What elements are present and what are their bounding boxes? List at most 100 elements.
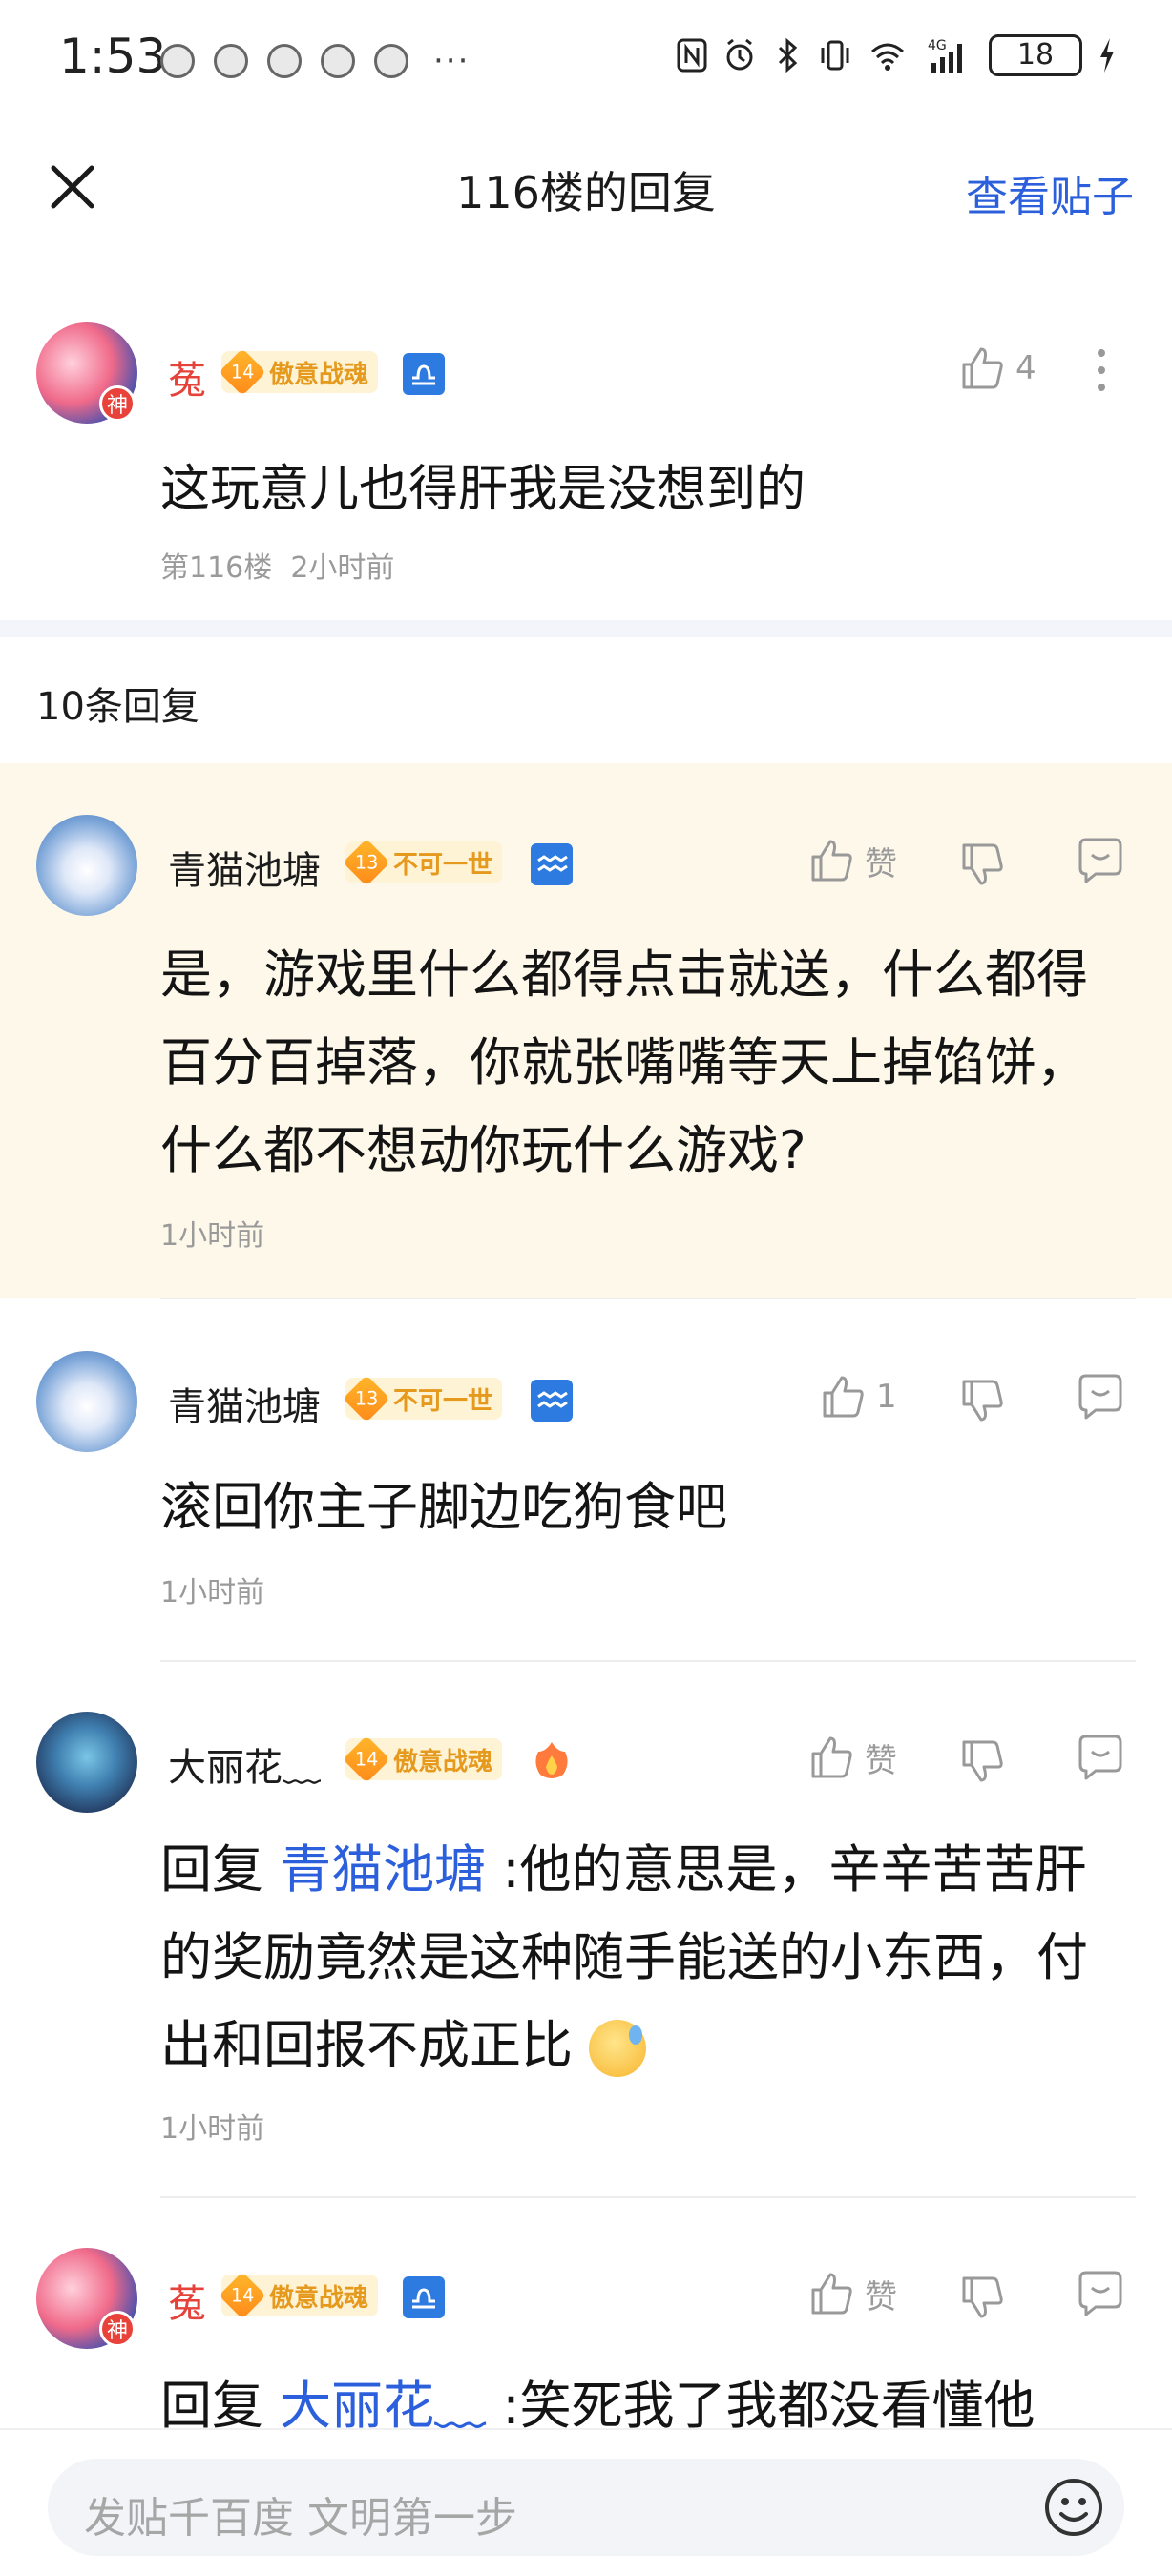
level-badge: 13 不可一世 [343, 1375, 503, 1423]
like-label: 赞 [865, 844, 897, 883]
network-type-label: 4G [928, 38, 947, 53]
reply-item: 青猫池塘 13 不可一世 1 滚回你主子脚边吃狗食吧 1小时前 [0, 1299, 1172, 1660]
aquarius-sign-icon [531, 1380, 573, 1422]
charging-icon [1100, 38, 1114, 73]
username[interactable]: 青猫池塘 [168, 840, 321, 895]
username[interactable]: 菟 [168, 2273, 206, 2328]
level-number: 13 [354, 851, 379, 874]
like-label: 赞 [865, 1741, 897, 1780]
like-button[interactable]: 4 [958, 343, 1036, 393]
thumbs-down-icon[interactable] [958, 1376, 1008, 1425]
thumbs-down-icon[interactable] [958, 1736, 1008, 1786]
reply-time: 1小时前 [160, 1219, 265, 1253]
like-button[interactable]: 赞 [807, 836, 897, 885]
comment-icon[interactable] [1075, 836, 1126, 887]
sweat-emoji-icon [589, 2020, 647, 2078]
reply-body: :笑死我了我都没看懂他 [502, 2376, 1036, 2428]
level-badge: 14 傲意战魂 [219, 2272, 379, 2319]
libra-sign-icon [403, 353, 445, 395]
level-badge: 13 不可一世 [343, 839, 503, 886]
vibrate-icon [821, 40, 849, 71]
bottom-compose-bar: 发贴千百度 文明第一步 [0, 2428, 1172, 2576]
reply-item: 神 菟 14 傲意战魂 赞 回复 大丽花﹏ :笑死我了我都没看懂他 [0, 2198, 1172, 2428]
fire-badge-icon [535, 1742, 568, 1778]
system-icons: 4G 18 [676, 34, 1117, 76]
bluetooth-icon [778, 37, 798, 73]
username[interactable]: 大丽花﹏ [168, 1736, 321, 1792]
close-icon[interactable] [46, 160, 99, 214]
like-label: 赞 [865, 2277, 897, 2316]
post-time: 2小时前 [290, 551, 395, 585]
like-button[interactable]: 赞 [807, 2269, 897, 2318]
compose-input[interactable]: 发贴千百度 文明第一步 [48, 2459, 1124, 2556]
level-number: 14 [230, 2284, 255, 2307]
level-number: 14 [230, 361, 255, 384]
reply-prefix: 回复 [160, 2376, 263, 2428]
avatar[interactable] [36, 1712, 137, 1813]
level-title: 不可一世 [393, 850, 493, 880]
level-number: 14 [354, 1748, 379, 1771]
notification-icons: ··· [160, 42, 470, 80]
view-post-link[interactable]: 查看贴子 [966, 162, 1134, 223]
thumbs-up-icon [811, 840, 852, 882]
reply-time: 1小时前 [160, 2112, 265, 2146]
mention-link[interactable]: 大丽花﹏ [280, 2376, 486, 2428]
status-time: 1:53 [59, 29, 167, 84]
level-badge: 14 傲意战魂 [219, 348, 379, 396]
mention-link[interactable]: 青猫池塘 [280, 1839, 486, 1900]
level-title: 傲意战魂 [393, 1747, 493, 1776]
level-number: 13 [354, 1387, 379, 1410]
god-badge: 神 [99, 2311, 136, 2347]
level-title: 不可一世 [393, 1386, 493, 1416]
app-notification-icon [321, 44, 355, 78]
like-button[interactable]: 1 [819, 1372, 897, 1422]
section-divider [0, 620, 1172, 637]
reply-content: 回复 大丽花﹏ :笑死我了我都没看懂他 [160, 2362, 1124, 2428]
app-notification-icon [160, 44, 195, 78]
thumbs-up-icon [811, 1736, 852, 1778]
thumbs-down-icon[interactable] [958, 840, 1008, 889]
compose-placeholder: 发贴千百度 文明第一步 [84, 2494, 517, 2543]
username[interactable]: 青猫池塘 [168, 1376, 321, 1431]
reply-time: 1小时前 [160, 1576, 265, 1610]
nfc-icon [677, 38, 707, 73]
level-badge: 14 傲意战魂 [343, 1735, 503, 1783]
comment-icon[interactable] [1075, 2269, 1126, 2320]
avatar[interactable] [36, 815, 137, 916]
app-notification-icon [374, 44, 408, 78]
app-notification-icon [267, 44, 302, 78]
post-meta: 第116楼 2小时前 [160, 544, 394, 586]
avatar[interactable] [36, 1351, 137, 1452]
aquarius-sign-icon [531, 843, 573, 885]
username[interactable]: 菟 [168, 349, 206, 405]
reply-prefix: 回复 [160, 1839, 263, 1900]
more-notifications-icon: ··· [433, 42, 471, 80]
comment-icon[interactable] [1075, 1733, 1126, 1784]
floor-number: 第116楼 [160, 551, 273, 585]
emoji-icon[interactable] [1042, 2476, 1105, 2539]
thumbs-up-icon [823, 1376, 864, 1418]
more-options-icon[interactable] [1082, 345, 1120, 395]
thumbs-down-icon[interactable] [958, 2273, 1008, 2322]
status-bar: 1:53 ··· 4G 18 [0, 0, 1172, 114]
reply-item: 大丽花﹏ 14 傲意战魂 赞 回复 青猫池塘 :他的意思是，辛辛苦苦肝的奖励竟然… [0, 1662, 1172, 2196]
god-badge: 神 [99, 385, 136, 422]
reply-count: 10条回复 [36, 685, 199, 729]
reply-item: 青猫池塘 13 不可一世 赞 是，游戏里什么都得点击就送，什么都得百分百掉落，你… [0, 763, 1172, 1298]
signal-icon: 4G [928, 38, 962, 73]
battery-level: 18 [989, 34, 1082, 76]
comment-icon[interactable] [1075, 1372, 1126, 1423]
reply-content: 是，游戏里什么都得点击就送，什么都得百分百掉落，你就张嘴嘴等天上掉馅饼，什么都不… [160, 945, 1088, 1180]
like-count: 1 [876, 1378, 897, 1416]
like-button[interactable]: 赞 [807, 1733, 897, 1782]
post-content: 这玩意儿也得肝我是没想到的 [160, 461, 806, 518]
like-count: 4 [1015, 349, 1036, 387]
level-title: 傲意战魂 [269, 2283, 369, 2313]
libra-sign-icon [403, 2276, 445, 2318]
wifi-icon [871, 43, 904, 71]
thumbs-up-icon [962, 347, 1003, 389]
thumbs-up-icon [811, 2273, 852, 2315]
level-title: 傲意战魂 [269, 360, 369, 389]
app-notification-icon [214, 44, 248, 78]
top-nav-bar: 116楼的回复 查看贴子 [0, 124, 1172, 248]
